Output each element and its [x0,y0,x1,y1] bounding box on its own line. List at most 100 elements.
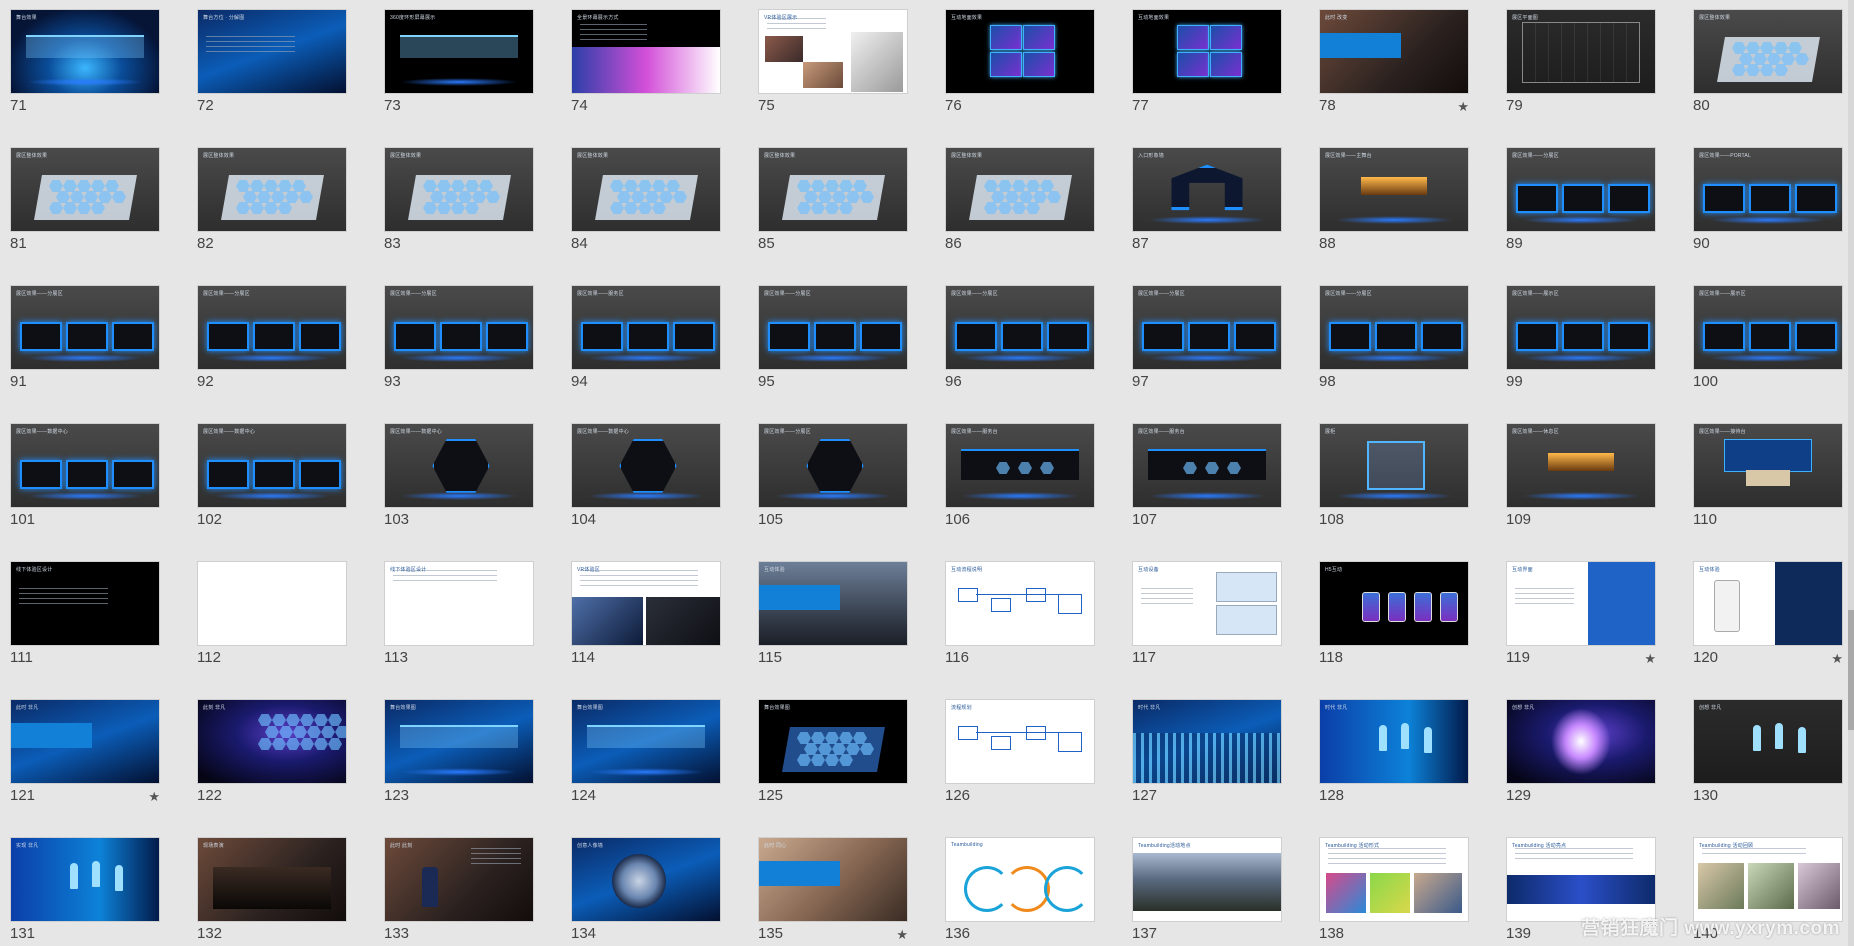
slide-thumbnail[interactable]: 全景环幕展示方式 74 [571,9,721,114]
slide-thumbnail[interactable]: 展区整体效果 85 [758,147,908,252]
slide-preview[interactable]: 互动界面 [1506,561,1656,646]
slide-preview[interactable]: 展区整体效果 [384,147,534,232]
slide-thumbnail[interactable]: 展区效果——分展区 92 [197,285,347,390]
slide-preview[interactable] [197,561,347,646]
slide-thumbnail[interactable]: 展区整体效果 86 [945,147,1095,252]
slide-thumbnail[interactable]: H5互动 118 [1319,561,1469,666]
slide-preview[interactable]: 展区整体效果 [571,147,721,232]
slide-thumbnail[interactable]: Teambuilding 活动回顾 140 [1693,837,1843,942]
slide-preview[interactable]: 时代 非凡 [1132,699,1282,784]
slide-thumbnail[interactable]: 舞台效果 71 [10,9,160,114]
slide-thumbnail[interactable]: 展区效果——分展区 95 [758,285,908,390]
slide-preview[interactable]: 此时 此刻 [384,837,534,922]
slide-preview[interactable]: VR体验区展示 [758,9,908,94]
slide-preview[interactable]: 舞台方位 · 分解图 [197,9,347,94]
slide-preview[interactable]: 创想 非凡 [1693,699,1843,784]
slide-preview[interactable]: 互动体验 [758,561,908,646]
slide-thumbnail[interactable]: 展区效果——数据中心 104 [571,423,721,528]
slide-thumbnail[interactable]: 展区效果——分展区 89 [1506,147,1656,252]
slide-thumbnail[interactable]: Teambuilding活动地点 137 [1132,837,1282,942]
slide-thumbnail[interactable]: 互动体验 120 ★ [1693,561,1843,666]
slide-preview[interactable]: 舞台效果 [10,9,160,94]
slide-thumbnail[interactable]: Teambuilding 136 [945,837,1095,942]
slide-thumbnail[interactable]: 入口形象墙 87 [1132,147,1282,252]
slide-thumbnail[interactable]: 舞台效果图 123 [384,699,534,804]
slide-preview[interactable]: 展区平面图 [1506,9,1656,94]
slide-thumbnail[interactable]: Teambuilding 活动亮点 139 [1506,837,1656,942]
slide-preview[interactable]: 展区效果——分展区 [197,285,347,370]
slide-preview[interactable]: 展区整体效果 [197,147,347,232]
slide-preview[interactable]: 展区效果——分展区 [945,285,1095,370]
slide-thumbnail[interactable]: 展区效果——服务台 107 [1132,423,1282,528]
slide-preview[interactable]: 入口形象墙 [1132,147,1282,232]
slide-thumbnail[interactable]: 互动界面 119 ★ [1506,561,1656,666]
slide-thumbnail[interactable]: 时代 非凡 127 [1132,699,1282,804]
slide-thumbnail[interactable]: 展区效果——接待台 110 [1693,423,1843,528]
slide-preview[interactable]: 互动设备 [1132,561,1282,646]
slide-thumbnail[interactable]: 展区效果——分展区 97 [1132,285,1282,390]
slide-preview[interactable]: 实现 非凡 [10,837,160,922]
slide-thumbnail[interactable]: 展区整体效果 82 [197,147,347,252]
slide-preview[interactable]: 舞台效果图 [571,699,721,784]
slide-preview[interactable]: 展区整体效果 [945,147,1095,232]
slide-thumbnail[interactable]: 现场表演 132 [197,837,347,942]
slide-preview[interactable]: 流程规划 [945,699,1095,784]
slide-preview[interactable]: VR体验区 [571,561,721,646]
slide-preview[interactable]: 展区效果——休息区 [1506,423,1656,508]
slide-preview[interactable]: 互动体验 [1693,561,1843,646]
slide-thumbnail[interactable]: 展区效果——数据中心 101 [10,423,160,528]
slide-preview[interactable]: 创想 非凡 [1506,699,1656,784]
slide-thumbnail[interactable]: 展区效果——服务区 94 [571,285,721,390]
slide-preview[interactable]: Teambuilding [945,837,1095,922]
slide-preview[interactable]: 展区效果——展示区 [1693,285,1843,370]
slide-preview[interactable]: 互动地面效果 [1132,9,1282,94]
slide-preview[interactable]: 展区效果——服务台 [945,423,1095,508]
slide-thumbnail[interactable]: 展区整体效果 83 [384,147,534,252]
slide-preview[interactable]: 展区效果——数据中心 [571,423,721,508]
slide-thumbnail[interactable]: 展区效果——分展区 96 [945,285,1095,390]
slide-preview[interactable]: 360度环形屏幕展示 [384,9,534,94]
slide-preview[interactable]: 全景环幕展示方式 [571,9,721,94]
slide-thumbnail[interactable]: 展区效果——展示区 100 [1693,285,1843,390]
slide-thumbnail[interactable]: 360度环形屏幕展示 73 [384,9,534,114]
slide-thumbnail[interactable]: 创意人像墙 134 [571,837,721,942]
slide-thumbnail[interactable]: 互动体验 115 [758,561,908,666]
slide-thumbnail[interactable]: 展区效果——分展区 93 [384,285,534,390]
slide-thumbnail[interactable]: 舞台效果图 124 [571,699,721,804]
slide-preview[interactable]: 互动地面效果 [945,9,1095,94]
slide-preview[interactable]: Teambuilding 活动形式 [1319,837,1469,922]
scrollbar-thumb[interactable] [1848,610,1854,730]
slide-thumbnail[interactable]: 线下体验区设计 113 [384,561,534,666]
slide-thumbnail[interactable]: 展区效果——数据中心 102 [197,423,347,528]
slide-thumbnail[interactable]: 展区效果——服务台 106 [945,423,1095,528]
slide-thumbnail[interactable]: 互动流程说明 116 [945,561,1095,666]
slide-thumbnail[interactable]: 展区效果——分展区 98 [1319,285,1469,390]
slide-preview[interactable]: 展区效果——数据中心 [10,423,160,508]
slide-thumbnail[interactable]: 展柜 108 [1319,423,1469,528]
slide-preview[interactable]: 展区效果——服务区 [571,285,721,370]
slide-thumbnail[interactable]: 此时 同心 135 ★ [758,837,908,942]
slide-thumbnail[interactable]: 展区效果——数据中心 103 [384,423,534,528]
slide-preview[interactable]: 线下体验区设计 [10,561,160,646]
slide-thumbnail[interactable]: VR体验区 114 [571,561,721,666]
slide-thumbnail[interactable]: 线下体验区设计 111 [10,561,160,666]
slide-preview[interactable]: 展区效果——分展区 [1506,147,1656,232]
slide-preview[interactable]: 展区效果——数据中心 [384,423,534,508]
slide-preview[interactable]: 此刻 非凡 [197,699,347,784]
slide-preview[interactable]: 展区效果——服务台 [1132,423,1282,508]
slide-preview[interactable]: H5互动 [1319,561,1469,646]
slide-thumbnail[interactable]: 互动地面效果 77 [1132,9,1282,114]
slide-preview[interactable]: 展区效果——分展区 [10,285,160,370]
slide-preview[interactable]: 展区效果——数据中心 [197,423,347,508]
slide-thumbnail[interactable]: 舞台效果图 125 [758,699,908,804]
slide-preview[interactable]: 展区整体效果 [1693,9,1843,94]
slide-preview[interactable]: 时代 非凡 [1319,699,1469,784]
slide-preview[interactable]: 舞台效果图 [758,699,908,784]
slide-preview[interactable]: Teambuilding 活动亮点 [1506,837,1656,922]
slide-thumbnail[interactable]: 此刻 非凡 122 [197,699,347,804]
slide-preview[interactable]: 线下体验区设计 [384,561,534,646]
slide-preview[interactable]: 创意人像墙 [571,837,721,922]
slide-preview[interactable]: Teambuilding 活动回顾 [1693,837,1843,922]
slide-thumbnail[interactable]: 互动设备 117 [1132,561,1282,666]
slide-preview[interactable]: 此时 同心 [758,837,908,922]
